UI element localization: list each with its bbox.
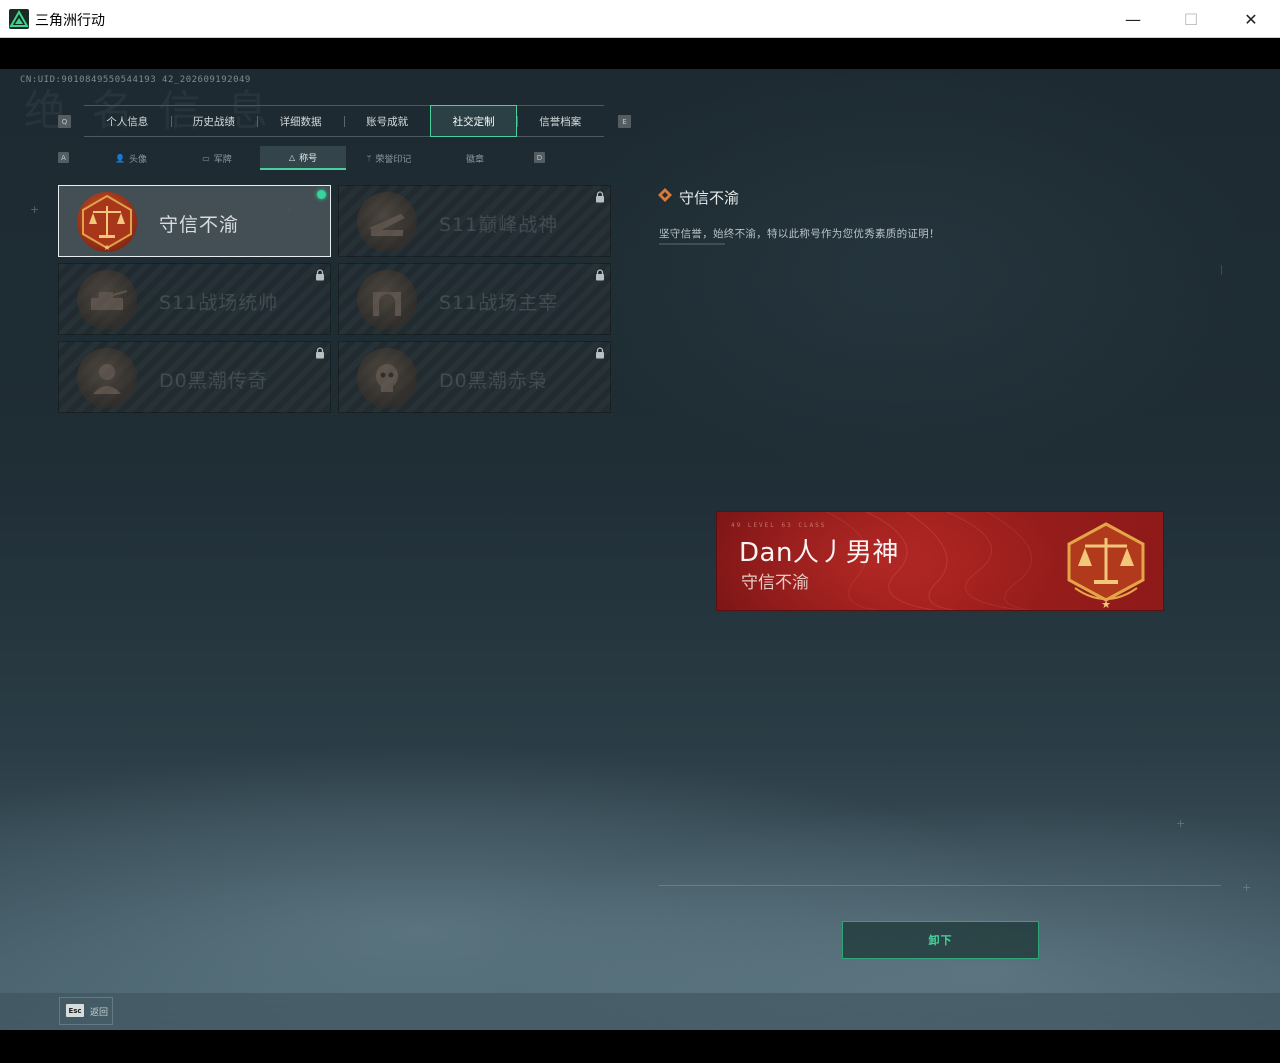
bottom-bar: Esc 返回 [0, 993, 1280, 1030]
minimize-button[interactable]: — [1104, 0, 1162, 38]
crosshair-decoration: + [1176, 817, 1186, 830]
title-card[interactable]: S11战场主宰 [338, 263, 611, 335]
detail-divider [659, 243, 725, 245]
game-viewport: 绝 名 信 息 CN:UID:9010849550544193 42_20260… [0, 69, 1280, 1030]
subtab-honor-mark[interactable]: ᛘ 荣誉印记 [346, 146, 432, 170]
title-card[interactable]: S11巅峰战神 [338, 185, 611, 257]
subtab-label: 称号 [299, 153, 318, 164]
subtab-label: 徽章 [465, 154, 484, 165]
lock-icon [596, 347, 604, 359]
svg-text:★: ★ [103, 243, 110, 252]
title-banner-preview: 49 LEVEL 63 CLASS Dan人丿男神 守信不渝 ★ [716, 511, 1164, 611]
tab-detailed-data[interactable]: 详细数据 [257, 106, 344, 136]
main-tabs: 个人信息 历史战绩 详细数据 账号成就 社交定制 信誉档案 [84, 105, 604, 137]
lock-icon [316, 269, 324, 281]
prev-tab-key[interactable]: Q [58, 115, 71, 128]
crosshair-decoration: + [30, 203, 40, 216]
letterbox-top [0, 38, 1280, 69]
subtab-label: 荣誉印记 [375, 154, 412, 165]
tab-credit-record[interactable]: 信誉档案 [516, 106, 604, 136]
unequip-button[interactable]: 卸下 [842, 921, 1039, 959]
window-titlebar: 三角洲行动 — ☐ ✕ [0, 0, 1280, 38]
title-card[interactable]: S11战场统帅 [58, 263, 331, 335]
title-card[interactable]: ★ 守信不渝 [58, 185, 331, 257]
tank-medal-icon [77, 270, 137, 330]
section-divider [659, 885, 1221, 886]
scales-medal-icon: ★ [77, 192, 137, 252]
equipped-indicator [317, 190, 326, 199]
title-card[interactable]: D0黑潮赤枭 [338, 341, 611, 413]
tab-social-custom[interactable]: 社交定制 [430, 105, 517, 137]
next-tab-key[interactable]: E [618, 115, 631, 128]
title-name: S11巅峰战神 [439, 214, 559, 236]
subtab-avatar[interactable]: 👤 头像 [88, 146, 174, 170]
arch-medal-icon [357, 270, 417, 330]
next-subtab-key[interactable]: D [534, 152, 545, 163]
title-name: 守信不渝 [159, 214, 240, 236]
banner-meta: 49 LEVEL 63 CLASS [731, 522, 827, 529]
honor-icon: ᛘ [366, 153, 372, 163]
crosshair-decoration: + [1242, 881, 1252, 894]
dogtag-icon: ▭ [202, 153, 210, 163]
detail-title: 守信不渝 [679, 189, 740, 207]
back-label: 返回 [90, 1008, 109, 1018]
operator-medal-icon [77, 348, 137, 408]
tab-personal-info[interactable]: 个人信息 [84, 106, 171, 136]
subtab-label: 军牌 [213, 154, 232, 165]
diamond-icon [658, 188, 672, 202]
esc-key-hint: Esc [66, 1004, 84, 1017]
player-uid: CN:UID:9010849550544193 42_202609192049 [20, 75, 251, 85]
tab-history[interactable]: 历史战绩 [170, 106, 258, 136]
prev-subtab-key[interactable]: A [58, 152, 69, 163]
detail-description: 坚守信誉，始终不渝，特以此称号作为您优秀素质的证明！ [659, 228, 940, 240]
banner-player-name: Dan人丿男神 [739, 538, 899, 568]
maximize-button[interactable]: ☐ [1162, 0, 1220, 38]
window-title: 三角洲行动 [35, 13, 105, 29]
frame-decoration [1212, 265, 1222, 275]
app-logo-icon [9, 9, 29, 29]
title-name: S11战场主宰 [439, 292, 559, 314]
subtab-title[interactable]: △ 称号 [260, 146, 346, 170]
lock-icon [596, 191, 604, 203]
title-name: S11战场统帅 [159, 292, 279, 314]
subtab-badge[interactable]: 徽章 [432, 146, 518, 170]
close-button[interactable]: ✕ [1222, 0, 1280, 38]
subtab-label: 头像 [128, 154, 147, 165]
tab-achievements[interactable]: 账号成就 [343, 106, 431, 136]
title-name: D0黑潮赤枭 [439, 370, 548, 392]
scales-medal-icon: ★ [1067, 522, 1145, 608]
banner-title: 守信不渝 [741, 573, 809, 593]
skull-medal-icon [357, 348, 417, 408]
title-name: D0黑潮传奇 [159, 370, 268, 392]
letterbox-bottom [0, 1030, 1280, 1063]
svg-text:★: ★ [1101, 598, 1111, 608]
lock-icon [316, 347, 324, 359]
subtab-dogtag[interactable]: ▭ 军牌 [174, 146, 260, 170]
lock-icon [596, 269, 604, 281]
title-icon: △ [288, 152, 296, 162]
title-card[interactable]: D0黑潮传奇 [58, 341, 331, 413]
sub-tabs: 👤 头像 ▭ 军牌 △ 称号 ᛘ 荣誉印记 徽章 [88, 146, 520, 170]
person-icon: 👤 [115, 153, 125, 163]
aircraft-medal-icon [357, 192, 417, 252]
